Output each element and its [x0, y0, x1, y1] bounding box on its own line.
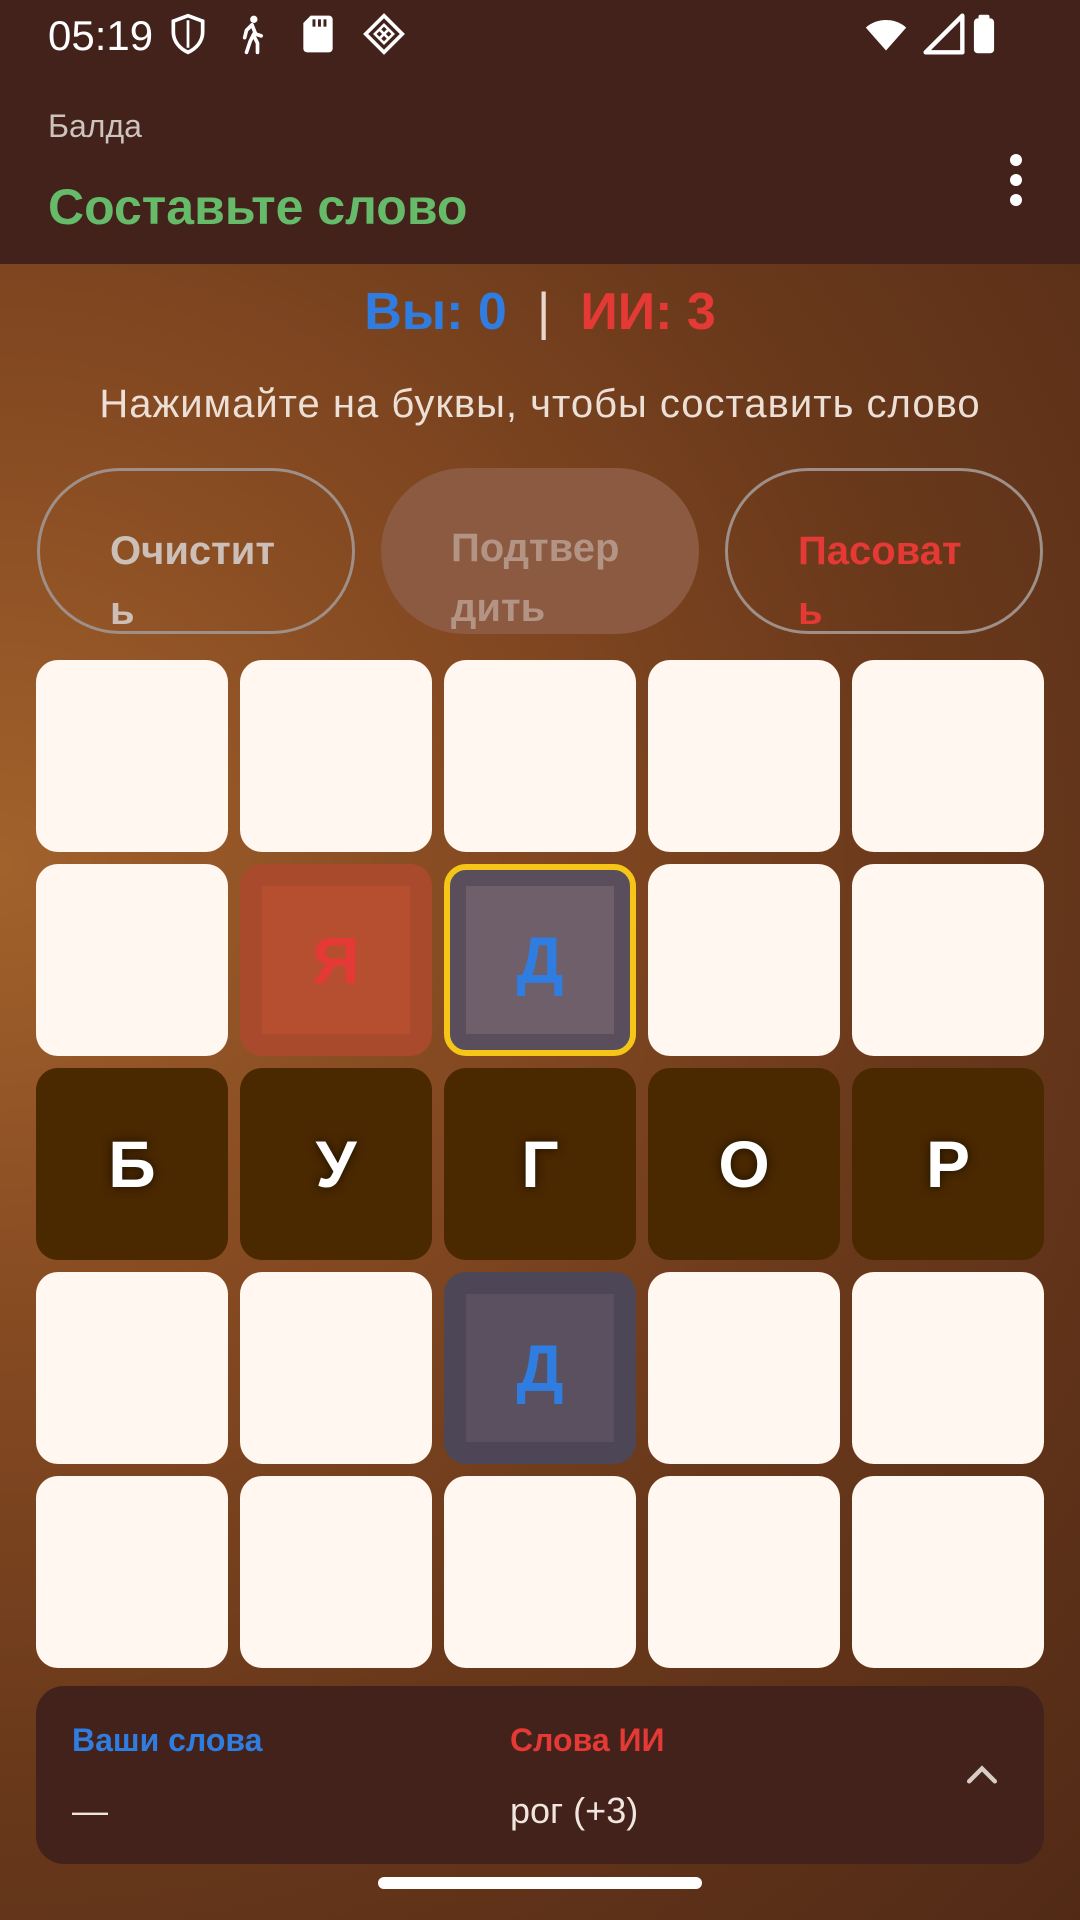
wifi-icon: [865, 20, 907, 51]
cell-letter: Д: [516, 1331, 564, 1405]
board-cell[interactable]: [648, 1272, 840, 1464]
app-bar: Балда Составьте слово: [0, 70, 1080, 264]
board-cell[interactable]: [240, 1476, 432, 1668]
ai-words-title: Слова ИИ: [510, 1722, 665, 1758]
board-cell[interactable]: Д: [444, 864, 636, 1056]
diamond-app-icon: [363, 13, 405, 55]
more-options-button[interactable]: [992, 130, 1040, 230]
page-title: Составьте слово: [48, 179, 468, 235]
shield-icon: [171, 13, 205, 55]
more-vert-icon: [1010, 154, 1022, 166]
board-cell[interactable]: [240, 660, 432, 852]
board-cell[interactable]: [36, 864, 228, 1056]
cell-letter: О: [718, 1127, 770, 1201]
status-bar: 05:19: [0, 0, 1080, 70]
instruction-text: Нажимайте на буквы, чтобы составить слов…: [99, 382, 981, 426]
player-score: Вы: 0: [364, 283, 507, 341]
board-cell[interactable]: Г: [444, 1068, 636, 1260]
board-cell[interactable]: [852, 864, 1044, 1056]
your-words-list: —: [72, 1790, 108, 1831]
board-cell[interactable]: [444, 660, 636, 852]
board-cell[interactable]: [444, 1476, 636, 1668]
confirm-button[interactable]: Подтвердить: [381, 468, 699, 634]
score-separator: |: [536, 283, 551, 341]
board-cell[interactable]: [36, 1476, 228, 1668]
home-indicator[interactable]: [378, 1877, 702, 1889]
board-cell[interactable]: [852, 1272, 1044, 1464]
your-words-title: Ваши слова: [72, 1722, 263, 1758]
cell-highlight: Д: [466, 886, 614, 1034]
board-cell[interactable]: [648, 864, 840, 1056]
clear-button[interactable]: Очистить: [37, 468, 355, 634]
signal-icon: [923, 13, 965, 55]
pass-button-label: Пасовать: [798, 529, 962, 633]
more-vert-icon-dot: [1010, 194, 1022, 206]
pass-button[interactable]: Пасовать: [725, 468, 1043, 634]
cell-letter: Я: [312, 923, 360, 997]
board-cell[interactable]: Д: [444, 1272, 636, 1464]
game-board: Я Д Б У Г О Р Д: [36, 660, 1044, 1668]
board-cell[interactable]: [240, 1272, 432, 1464]
ai-score: ИИ: 3: [580, 283, 716, 341]
board-cell[interactable]: О: [648, 1068, 840, 1260]
app-subtitle: Балда: [48, 108, 142, 144]
cell-letter: Д: [516, 923, 564, 997]
cell-letter: Б: [108, 1127, 156, 1201]
board-cell[interactable]: [648, 660, 840, 852]
more-vert-icon-dot: [1010, 174, 1022, 186]
score-line: Вы: 0 | ИИ: 3: [0, 282, 1080, 342]
status-time: 05:19: [48, 12, 154, 59]
sd-card-icon: [303, 15, 333, 53]
board-cell[interactable]: Б: [36, 1068, 228, 1260]
walking-person-icon: [242, 15, 263, 55]
words-panel: Ваши слова — Слова ИИ рог (+3): [36, 1686, 1044, 1864]
cell-highlight: Я: [262, 886, 410, 1034]
chevron-up-icon[interactable]: [960, 1752, 1004, 1796]
board-cell[interactable]: Я: [240, 864, 432, 1056]
board-cell[interactable]: Р: [852, 1068, 1044, 1260]
cell-letter: У: [315, 1127, 357, 1201]
board-cell[interactable]: [852, 1476, 1044, 1668]
confirm-button-label: Подтвердить: [451, 526, 620, 630]
cell-highlight: Д: [466, 1294, 614, 1442]
board-cell[interactable]: [852, 660, 1044, 852]
clear-button-label: Очистить: [110, 529, 275, 633]
board-cell[interactable]: У: [240, 1068, 432, 1260]
battery-icon: [973, 14, 995, 54]
board-cell[interactable]: [36, 1272, 228, 1464]
board-cell[interactable]: [36, 660, 228, 852]
ai-words-list: рог (+3): [510, 1790, 639, 1831]
cell-letter: Г: [521, 1127, 559, 1201]
cell-letter: Р: [925, 1127, 971, 1201]
board-cell[interactable]: [648, 1476, 840, 1668]
